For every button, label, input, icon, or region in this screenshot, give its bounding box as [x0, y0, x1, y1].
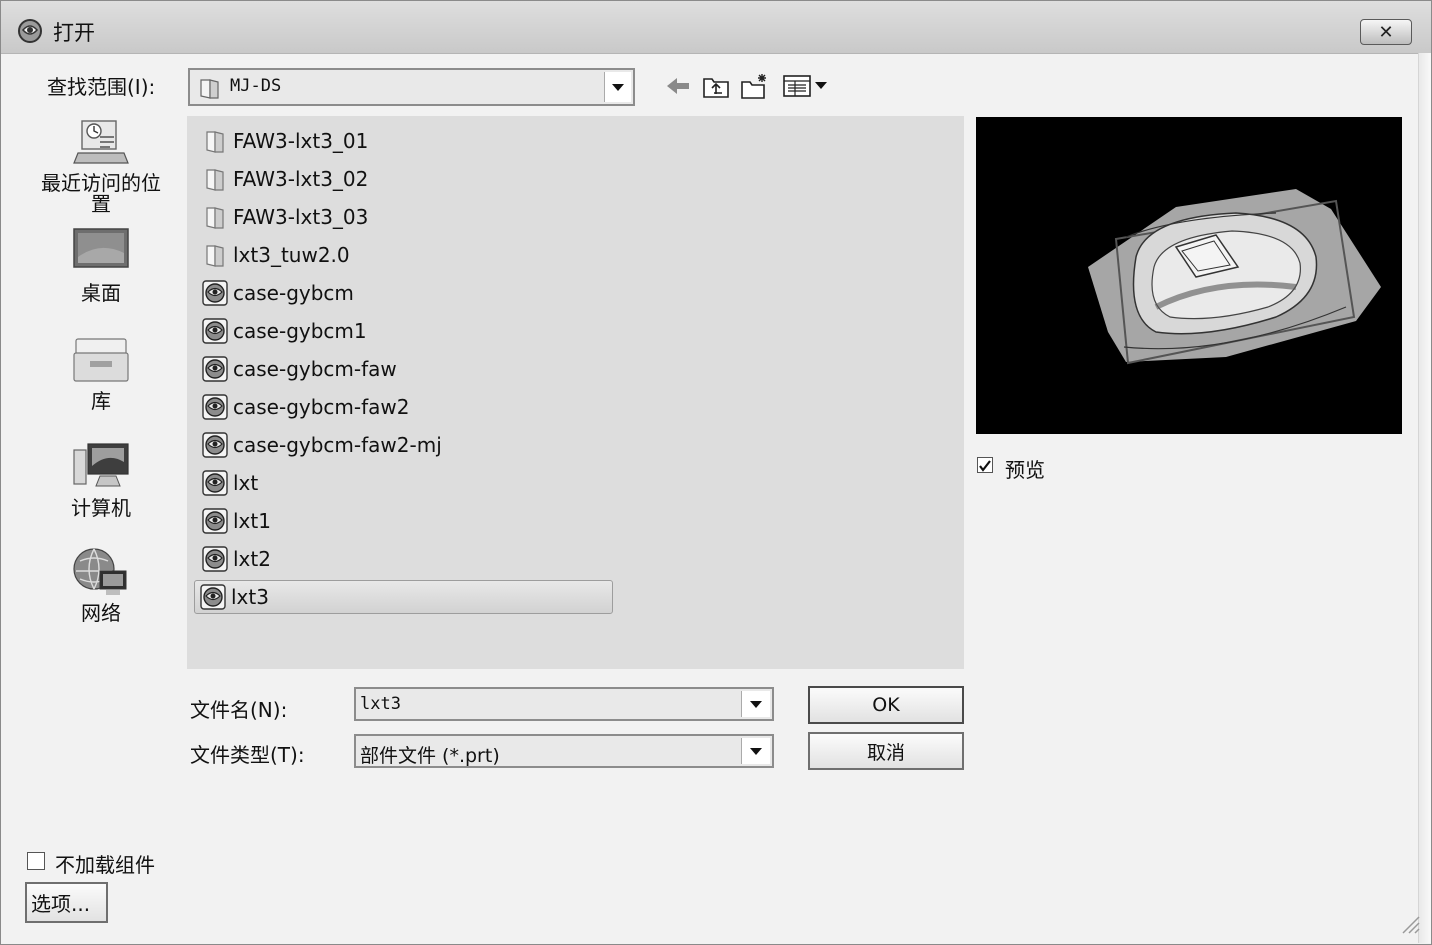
nx-part-icon — [202, 470, 228, 496]
chevron-down-icon — [750, 700, 762, 708]
nx-part-icon — [200, 584, 226, 610]
look-in-value: MJ-DS — [230, 76, 282, 96]
folder-item[interactable]: lxt3_tuw2.0 — [197, 238, 607, 272]
nx-part-icon — [202, 432, 228, 458]
place-computer[interactable]: 计算机 — [23, 442, 179, 519]
folder-item[interactable]: FAW3-lxt3_01 — [197, 124, 607, 158]
file-name: lxt2 — [233, 547, 271, 571]
folder-icon — [206, 245, 224, 267]
nx-part-icon — [202, 356, 228, 382]
library-icon — [70, 335, 132, 385]
place-label: 库 — [91, 389, 111, 413]
new-folder-icon — [741, 74, 766, 99]
nx-part-icon — [202, 394, 228, 420]
file-name: case-gybcm-faw2-mj — [233, 433, 442, 457]
look-in-combobox[interactable]: MJ-DS — [188, 68, 635, 106]
part-file-item[interactable]: case-gybcm-faw2-mj — [197, 428, 607, 462]
nx-part-icon — [202, 546, 228, 572]
back-arrow-icon — [667, 78, 689, 94]
nx-app-icon — [18, 19, 42, 43]
view-menu-button[interactable] — [781, 71, 833, 101]
ok-button[interactable]: OK — [808, 686, 964, 724]
part-file-item[interactable]: lxt1 — [197, 504, 607, 538]
nx-part-icon — [202, 318, 228, 344]
file-name: case-gybcm-faw — [233, 357, 397, 381]
place-label: 桌面 — [81, 281, 121, 305]
window-title: 打开 — [53, 21, 95, 45]
file-name: FAW3-lxt3_03 — [233, 205, 369, 229]
up-folder-button[interactable] — [701, 71, 731, 101]
folder-item[interactable]: FAW3-lxt3_03 — [197, 200, 607, 234]
filename-input[interactable]: lxt3 — [354, 687, 774, 721]
look-in-dropdown-button[interactable] — [604, 72, 631, 102]
filetype-select[interactable]: 部件文件 (*.prt) — [354, 734, 774, 768]
file-name: lxt1 — [233, 509, 271, 533]
chevron-down-icon — [612, 83, 624, 91]
part-preview-thumbnail — [1088, 189, 1381, 365]
part-file-item[interactable]: case-gybcm — [197, 276, 607, 310]
file-name: lxt3 — [231, 585, 269, 609]
filename-label: 文件名(N): — [190, 698, 288, 722]
file-name: lxt3_tuw2.0 — [233, 243, 350, 267]
part-file-item[interactable]: lxt — [197, 466, 607, 500]
close-icon: ✕ — [1378, 21, 1394, 43]
chevron-down-icon — [750, 747, 762, 755]
preview-checkbox[interactable] — [977, 457, 993, 473]
no-load-components-label: 不加载组件 — [55, 853, 155, 877]
folder-icon — [206, 169, 224, 191]
place-label: 网络 — [81, 601, 121, 625]
open-dialog: 打开 ✕ 查找范围(I): MJ-DS 最近访问的位置 桌面 库 计算机 网络 … — [0, 0, 1432, 945]
close-button[interactable]: ✕ — [1360, 19, 1412, 45]
part-file-item[interactable]: lxt3 — [194, 580, 613, 614]
cancel-button[interactable]: 取消 — [808, 732, 964, 770]
no-load-components-checkbox[interactable] — [27, 852, 45, 870]
up-folder-icon — [703, 78, 729, 98]
back-button[interactable] — [663, 71, 693, 101]
computer-icon — [70, 442, 132, 492]
resize-grip-icon[interactable] — [1397, 911, 1421, 935]
folder-icon — [206, 131, 224, 153]
place-label: 计算机 — [71, 496, 131, 520]
window-right-edge — [1418, 53, 1431, 943]
filetype-dropdown-button[interactable] — [741, 738, 770, 764]
file-name: lxt — [233, 471, 259, 495]
filetype-label: 文件类型(T): — [190, 743, 305, 767]
place-library[interactable]: 库 — [23, 335, 179, 412]
title-bar[interactable]: 打开 ✕ — [1, 1, 1431, 54]
look-in-label: 查找范围(I): — [47, 75, 156, 99]
folder-item[interactable]: FAW3-lxt3_02 — [197, 162, 607, 196]
part-file-item[interactable]: case-gybcm-faw — [197, 352, 607, 386]
preview-pane — [976, 117, 1402, 434]
preview-label: 预览 — [1005, 458, 1045, 482]
file-name: case-gybcm-faw2 — [233, 395, 410, 419]
filetype-value: 部件文件 (*.prt) — [360, 745, 500, 767]
options-button[interactable]: 选项... — [25, 882, 108, 923]
part-file-item[interactable]: lxt2 — [197, 542, 607, 576]
folder-icon — [200, 79, 219, 99]
recent-places-icon — [70, 117, 132, 167]
nx-part-icon — [202, 280, 228, 306]
nx-part-icon — [202, 508, 228, 534]
place-desktop[interactable]: 桌面 — [23, 227, 179, 304]
folder-icon — [206, 207, 224, 229]
filename-dropdown-button[interactable] — [741, 691, 770, 717]
file-name: FAW3-lxt3_01 — [233, 129, 369, 153]
network-icon — [70, 547, 132, 597]
part-file-item[interactable]: case-gybcm-faw2 — [197, 390, 607, 424]
file-list[interactable]: FAW3-lxt3_01 FAW3-lxt3_02 FAW3-lxt3_03 lxt3… — [187, 116, 964, 669]
desktop-icon — [70, 227, 132, 277]
file-name: case-gybcm — [233, 281, 354, 305]
place-network[interactable]: 网络 — [23, 547, 179, 624]
file-name: FAW3-lxt3_02 — [233, 167, 369, 191]
checkmark-icon — [979, 460, 991, 472]
filename-value: lxt3 — [360, 694, 401, 714]
place-recent[interactable]: 最近访问的位置 — [23, 117, 179, 215]
place-label: 最近访问的位置 — [41, 171, 161, 216]
file-name: case-gybcm1 — [233, 319, 367, 343]
part-file-item[interactable]: case-gybcm1 — [197, 314, 607, 348]
view-list-icon — [783, 75, 827, 97]
new-folder-button[interactable] — [740, 71, 770, 101]
